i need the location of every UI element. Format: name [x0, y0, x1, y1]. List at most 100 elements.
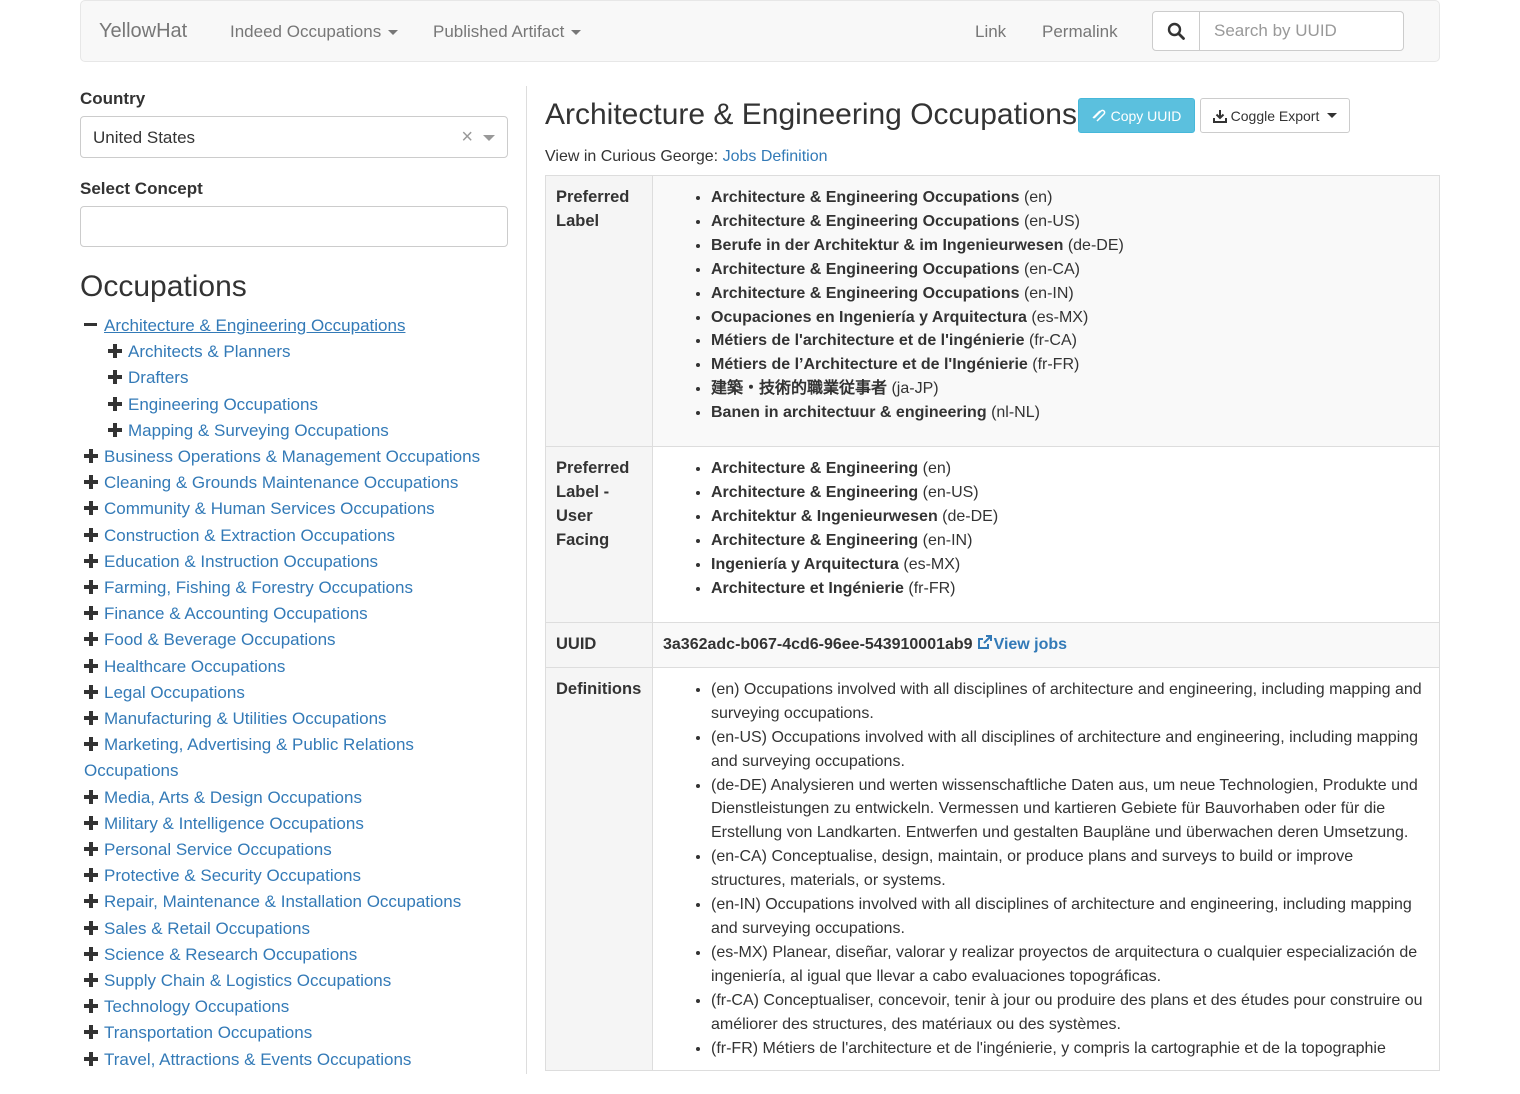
permalink-nav[interactable]: Permalink — [1042, 22, 1118, 42]
expand-icon[interactable] — [84, 999, 98, 1014]
label-locale: (fr-FR) — [908, 579, 956, 597]
expand-icon[interactable] — [84, 711, 98, 726]
label-text: Architektur & Ingenieurwesen — [711, 507, 938, 525]
uuid-header: UUID — [545, 622, 653, 668]
tree-item-link[interactable]: Supply Chain & Logistics Occupations — [104, 971, 391, 990]
expand-icon[interactable] — [108, 396, 122, 411]
tree-item: Legal Occupations — [80, 680, 510, 706]
label-locale: (en-US) — [1023, 212, 1080, 230]
tree-item-link[interactable]: Education & Instruction Occupations — [104, 552, 378, 571]
tree-item: Finance & Accounting Occupations — [80, 601, 510, 627]
tree-item-link[interactable]: Finance & Accounting Occupations — [104, 604, 368, 623]
uuid-cell: 3a362adc-b067-4cd6-96ee-543910001ab9 View… — [652, 622, 1440, 668]
chevron-down-icon[interactable] — [483, 135, 495, 141]
occupations-heading: Occupations — [80, 270, 247, 303]
properties-table-wrapper: Preferred Label Architecture & Engineeri… — [545, 175, 1440, 1074]
tree-item-link[interactable]: Business Operations & Management Occupat… — [104, 447, 480, 466]
tree-item-link[interactable]: Science & Research Occupations — [104, 945, 357, 964]
expand-icon[interactable] — [84, 632, 98, 647]
expand-icon[interactable] — [84, 580, 98, 595]
expand-icon[interactable] — [84, 842, 98, 857]
label-text: Architecture & Engineering Occupations — [711, 284, 1020, 302]
view-jobs-link[interactable]: View jobs — [977, 635, 1067, 653]
expand-icon[interactable] — [84, 684, 98, 699]
expand-icon[interactable] — [84, 449, 98, 464]
tree-item-link[interactable]: Construction & Extraction Occupations — [104, 526, 395, 545]
tree-item-link[interactable]: Community & Human Services Occupations — [104, 499, 435, 518]
uuid-search-input[interactable] — [1199, 11, 1404, 51]
tree-item-link[interactable]: Legal Occupations — [104, 683, 245, 702]
expand-icon[interactable] — [84, 658, 98, 673]
tree-item-link[interactable]: Marketing, Advertising & Public Relation… — [84, 735, 414, 780]
brand-link[interactable]: YellowHat — [99, 20, 187, 43]
tree-item: Military & Intelligence Occupations — [80, 811, 510, 837]
copy-uuid-button[interactable]: Copy UUID — [1078, 98, 1195, 133]
expand-icon[interactable] — [84, 894, 98, 909]
expand-icon[interactable] — [108, 344, 122, 359]
list-item: Architecture & Engineering Occupations (… — [711, 186, 1429, 210]
country-select[interactable]: United States × — [80, 116, 508, 158]
definition-item: (es-MX) Planear, diseñar, valorar y real… — [711, 941, 1429, 989]
list-item: Architecture & Engineering Occupations (… — [711, 282, 1429, 306]
expand-icon[interactable] — [84, 475, 98, 490]
menu-label: Indeed Occupations — [230, 22, 382, 41]
tree-item-link[interactable]: Media, Arts & Design Occupations — [104, 788, 362, 807]
tree-item-link[interactable]: Transportation Occupations — [104, 1023, 312, 1042]
tree-item-link[interactable]: Cleaning & Grounds Maintenance Occupatio… — [104, 473, 458, 492]
tree-item-link[interactable]: Food & Beverage Occupations — [104, 630, 336, 649]
list-item: Métiers de l'architecture et de l'ingéni… — [711, 329, 1429, 353]
table-row: Preferred Label Architecture & Engineeri… — [545, 175, 1440, 447]
expand-icon[interactable] — [108, 370, 122, 385]
tree-item-link[interactable]: Protective & Security Occupations — [104, 866, 361, 885]
tree-item-link[interactable]: Healthcare Occupations — [104, 657, 285, 676]
expand-icon[interactable] — [84, 1051, 98, 1066]
coggle-export-button[interactable]: Coggle Export — [1200, 98, 1350, 133]
list-item: Ocupaciones en Ingeniería y Arquitectura… — [711, 306, 1429, 330]
tree-item-link[interactable]: Mapping & Surveying Occupations — [128, 421, 389, 440]
page-title: Architecture & Engineering Occupations — [545, 98, 1077, 131]
clear-icon[interactable]: × — [461, 126, 473, 149]
label-text: Ocupaciones en Ingeniería y Arquitectura — [711, 308, 1027, 326]
jobs-definition-link[interactable]: Jobs Definition — [723, 148, 828, 165]
tree-item-link[interactable]: Architecture & Engineering Occupations — [104, 316, 405, 335]
list-item: Métiers de l’Architecture et de l'Ingéni… — [711, 353, 1429, 377]
label-text: 建築・技術的職業従事者 — [711, 380, 888, 398]
expand-icon[interactable] — [84, 1025, 98, 1040]
indeed-occupations-menu[interactable]: Indeed Occupations — [230, 22, 399, 42]
tree-item-link[interactable]: Manufacturing & Utilities Occupations — [104, 709, 387, 728]
tree-item-link[interactable]: Engineering Occupations — [128, 395, 318, 414]
expand-icon[interactable] — [84, 606, 98, 621]
label-text: Architecture & Engineering Occupations — [711, 189, 1020, 206]
tree-item-link[interactable]: Architects & Planners — [128, 342, 291, 361]
expand-icon[interactable] — [84, 737, 98, 752]
label-locale: (es-MX) — [903, 555, 961, 573]
tree-item-link[interactable]: Technology Occupations — [104, 997, 289, 1016]
expand-icon[interactable] — [84, 501, 98, 516]
tree-item: Sales & Retail Occupations — [80, 916, 510, 942]
expand-icon[interactable] — [84, 815, 98, 830]
view-in-curious-george: View in Curious George: Jobs Definition — [545, 148, 828, 166]
expand-icon[interactable] — [84, 553, 98, 568]
tree-item-link[interactable]: Repair, Maintenance & Installation Occup… — [104, 892, 461, 911]
tree-item-link[interactable]: Farming, Fishing & Forestry Occupations — [104, 578, 413, 597]
tree-item-link[interactable]: Sales & Retail Occupations — [104, 919, 310, 938]
label-text: Architecture & Engineering — [711, 483, 919, 501]
tree-item-link[interactable]: Travel, Attractions & Events Occupations — [104, 1050, 411, 1069]
published-artifact-menu[interactable]: Published Artifact — [433, 22, 582, 42]
expand-icon[interactable] — [84, 527, 98, 542]
expand-icon[interactable] — [108, 422, 122, 437]
expand-icon[interactable] — [84, 973, 98, 988]
tree-item-link[interactable]: Drafters — [128, 368, 188, 387]
expand-icon[interactable] — [84, 920, 98, 935]
expand-icon[interactable] — [84, 946, 98, 961]
expand-icon[interactable] — [84, 868, 98, 883]
search-button[interactable] — [1152, 11, 1200, 51]
collapse-icon[interactable] — [84, 318, 98, 332]
tree-item-link[interactable]: Personal Service Occupations — [104, 840, 332, 859]
expand-icon[interactable] — [84, 789, 98, 804]
link-nav[interactable]: Link — [975, 22, 1006, 42]
concept-input[interactable] — [80, 206, 508, 247]
tree-item-link[interactable]: Military & Intelligence Occupations — [104, 814, 364, 833]
caret-down-icon — [388, 29, 399, 35]
tree-item: Drafters — [80, 365, 510, 391]
